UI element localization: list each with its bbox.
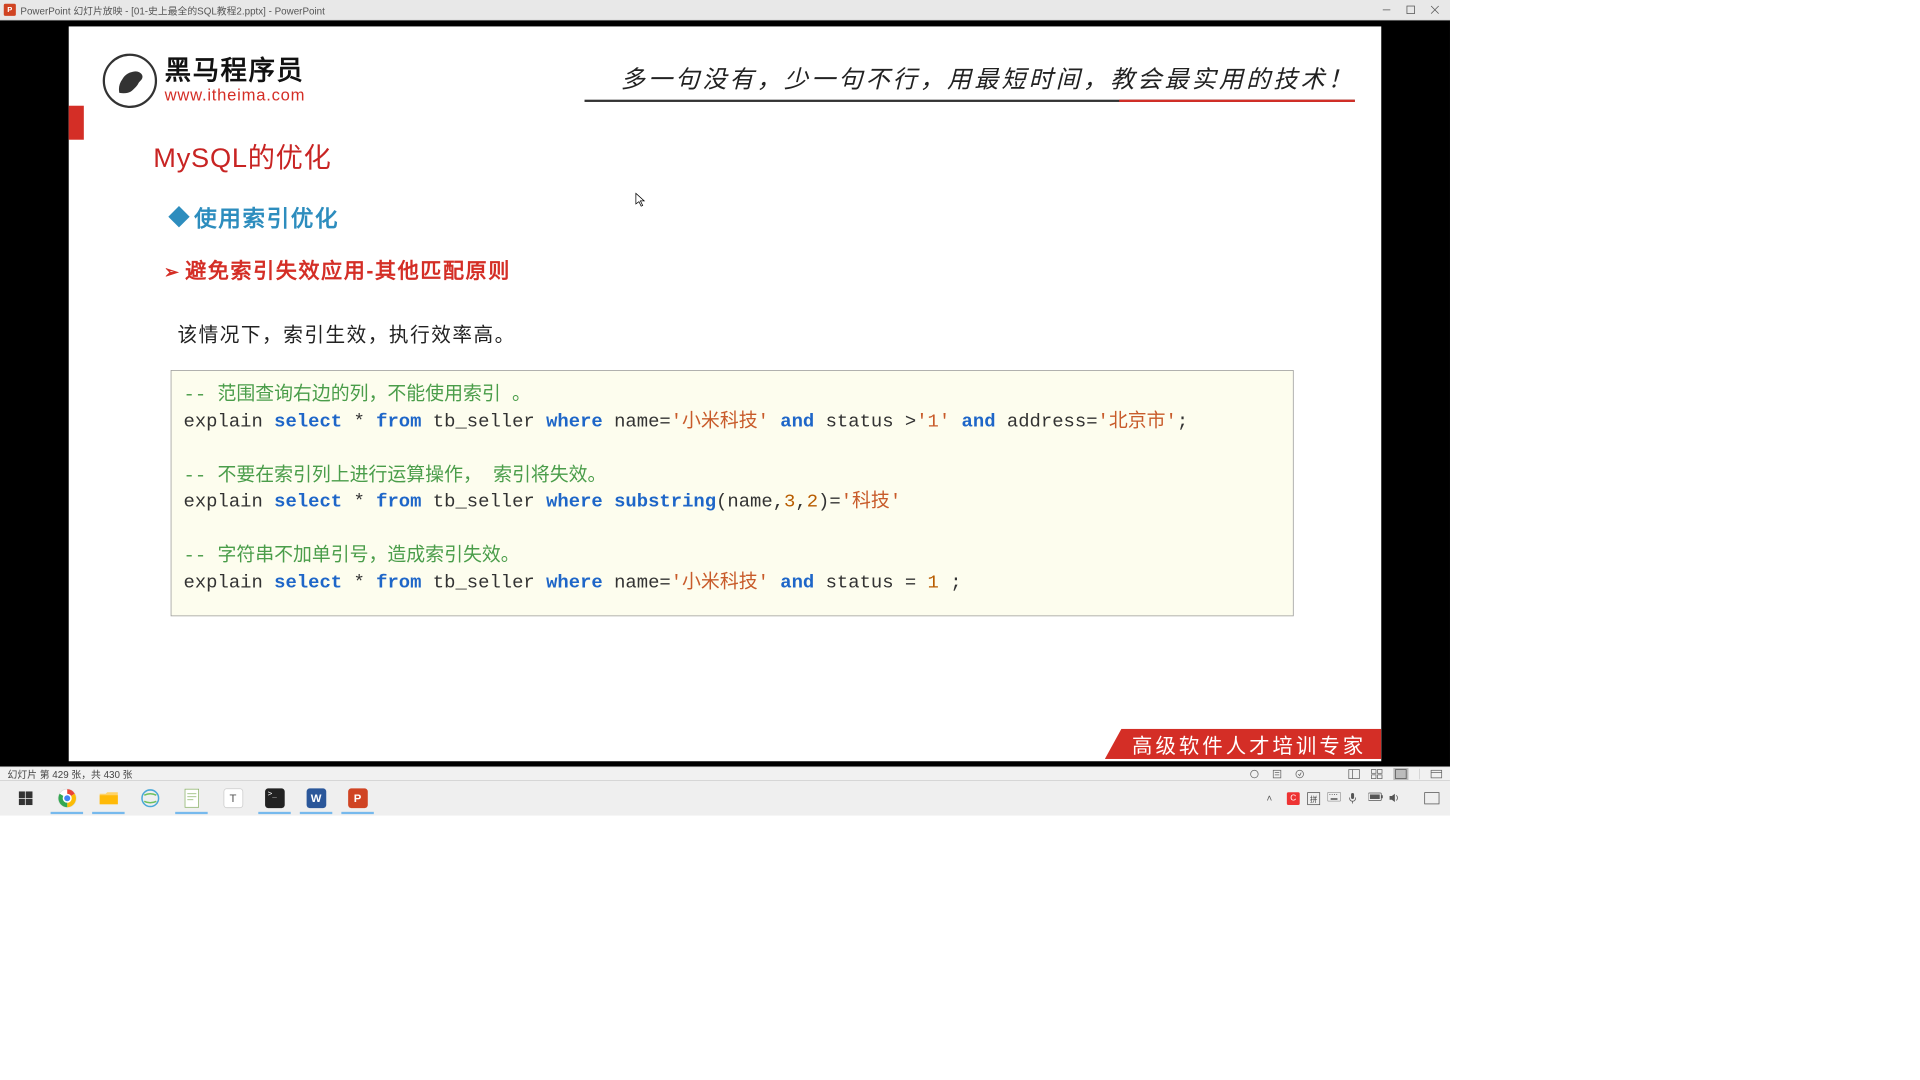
- code-line-2: explain select * from tb_seller where na…: [184, 408, 1281, 435]
- close-button[interactable]: [1430, 5, 1441, 16]
- subtitle-index-optimize: 使用索引优化: [194, 200, 339, 233]
- taskbar-explorer[interactable]: [88, 782, 130, 814]
- windows-logo-icon: [19, 791, 33, 805]
- tray-c-icon[interactable]: C: [1287, 792, 1300, 805]
- window-titlebar: P PowerPoint 幻灯片放映 - [01-史上最全的SQL教程2.ppt…: [0, 0, 1450, 20]
- code-line-8: explain select * from tb_seller where na…: [184, 569, 1281, 596]
- logo-text-en: www.itheima.com: [165, 85, 306, 105]
- powerpoint-statusbar: 幻灯片 第 429 张，共 430 张: [0, 767, 1450, 781]
- tray-ime-icon[interactable]: 拼: [1307, 792, 1320, 805]
- view-normal-icon[interactable]: [1348, 768, 1360, 780]
- folder-icon: [98, 789, 119, 807]
- view-reading-icon[interactable]: [1393, 768, 1408, 780]
- code-comment-2: -- 不要在索引列上进行运算操作， 索引将失效。: [184, 464, 607, 486]
- maximize-button[interactable]: [1405, 5, 1416, 16]
- code-comment-1: -- 范围查询右边的列，不能使用索引 。: [184, 384, 531, 406]
- minimize-button[interactable]: [1381, 5, 1392, 16]
- diamond-bullet-icon: [168, 206, 189, 227]
- powerpoint-taskbar-icon: P: [348, 788, 368, 808]
- system-tray: ˄ C 拼: [1266, 792, 1445, 805]
- slogan-underline: [585, 99, 1355, 101]
- code-block: -- 范围查询右边的列，不能使用索引 。 explain select * fr…: [171, 370, 1294, 616]
- code-comment-3: -- 字符串不加单引号，造成索引失效。: [184, 544, 520, 566]
- presentation-area[interactable]: 黑马程序员 www.itheima.com 多一句没有，少一句不行，用最短时间，…: [0, 20, 1450, 767]
- tray-show-hidden-icon[interactable]: ˄: [1266, 792, 1279, 805]
- taskbar-browser[interactable]: [129, 782, 171, 814]
- red-accent-bar: [69, 106, 84, 140]
- status-subtitles-icon[interactable]: [1294, 768, 1306, 780]
- tray-volume-icon[interactable]: [1389, 792, 1402, 805]
- logo-text-cn: 黑马程序员: [165, 57, 306, 83]
- footer-text: 高级软件人才培训专家: [1132, 729, 1366, 758]
- logo-horse-icon: [103, 54, 157, 108]
- globe-icon: [139, 788, 160, 809]
- taskbar-terminal[interactable]: >_: [254, 782, 296, 814]
- paragraph-text: 该情况下，索引生效，执行效率高。: [177, 319, 515, 347]
- notepad-icon: [182, 788, 200, 809]
- view-slideshow-icon[interactable]: [1430, 768, 1442, 780]
- taskbar-word[interactable]: W: [295, 782, 337, 814]
- slogan: 多一句没有，少一句不行，用最短时间，教会最实用的技术！: [585, 60, 1355, 95]
- text-icon: T: [223, 788, 243, 808]
- arrow-bullet-icon: ➢: [164, 261, 179, 283]
- terminal-icon: >_: [265, 788, 285, 808]
- tray-mic-icon[interactable]: [1348, 792, 1361, 805]
- action-center-icon[interactable]: [1424, 792, 1439, 804]
- windows-taskbar: T >_ W P ˄ C 拼: [0, 780, 1450, 815]
- footer-banner: 高级软件人才培训专家: [1105, 729, 1381, 759]
- slide: 黑马程序员 www.itheima.com 多一句没有，少一句不行，用最短时间，…: [69, 26, 1382, 761]
- view-sorter-icon[interactable]: [1371, 768, 1383, 780]
- window-title: PowerPoint 幻灯片放映 - [01-史上最全的SQL教程2.pptx]…: [20, 3, 1381, 17]
- tray-keyboard-icon[interactable]: [1328, 792, 1341, 805]
- status-pen-icon[interactable]: [1248, 768, 1260, 780]
- word-icon: W: [306, 788, 326, 808]
- slide-counter: 幻灯片 第 429 张，共 430 张: [8, 767, 133, 781]
- powerpoint-icon: P: [4, 4, 16, 16]
- status-notes-icon[interactable]: [1271, 768, 1283, 780]
- taskbar-chrome[interactable]: [46, 782, 88, 814]
- taskbar-notepad[interactable]: [171, 782, 213, 814]
- start-button[interactable]: [5, 782, 47, 814]
- mouse-cursor-icon: [635, 193, 646, 208]
- taskbar-powerpoint[interactable]: P: [337, 782, 379, 814]
- slide-title: MySQL的优化: [153, 136, 331, 175]
- logo: 黑马程序员 www.itheima.com: [103, 54, 306, 108]
- chrome-icon: [56, 788, 77, 809]
- subtitle-avoid-invalid: 避免索引失效应用-其他匹配原则: [185, 255, 511, 285]
- tray-battery-icon[interactable]: [1368, 792, 1381, 805]
- code-line-5: explain select * from tb_seller where su…: [184, 489, 1281, 516]
- taskbar-text[interactable]: T: [212, 782, 254, 814]
